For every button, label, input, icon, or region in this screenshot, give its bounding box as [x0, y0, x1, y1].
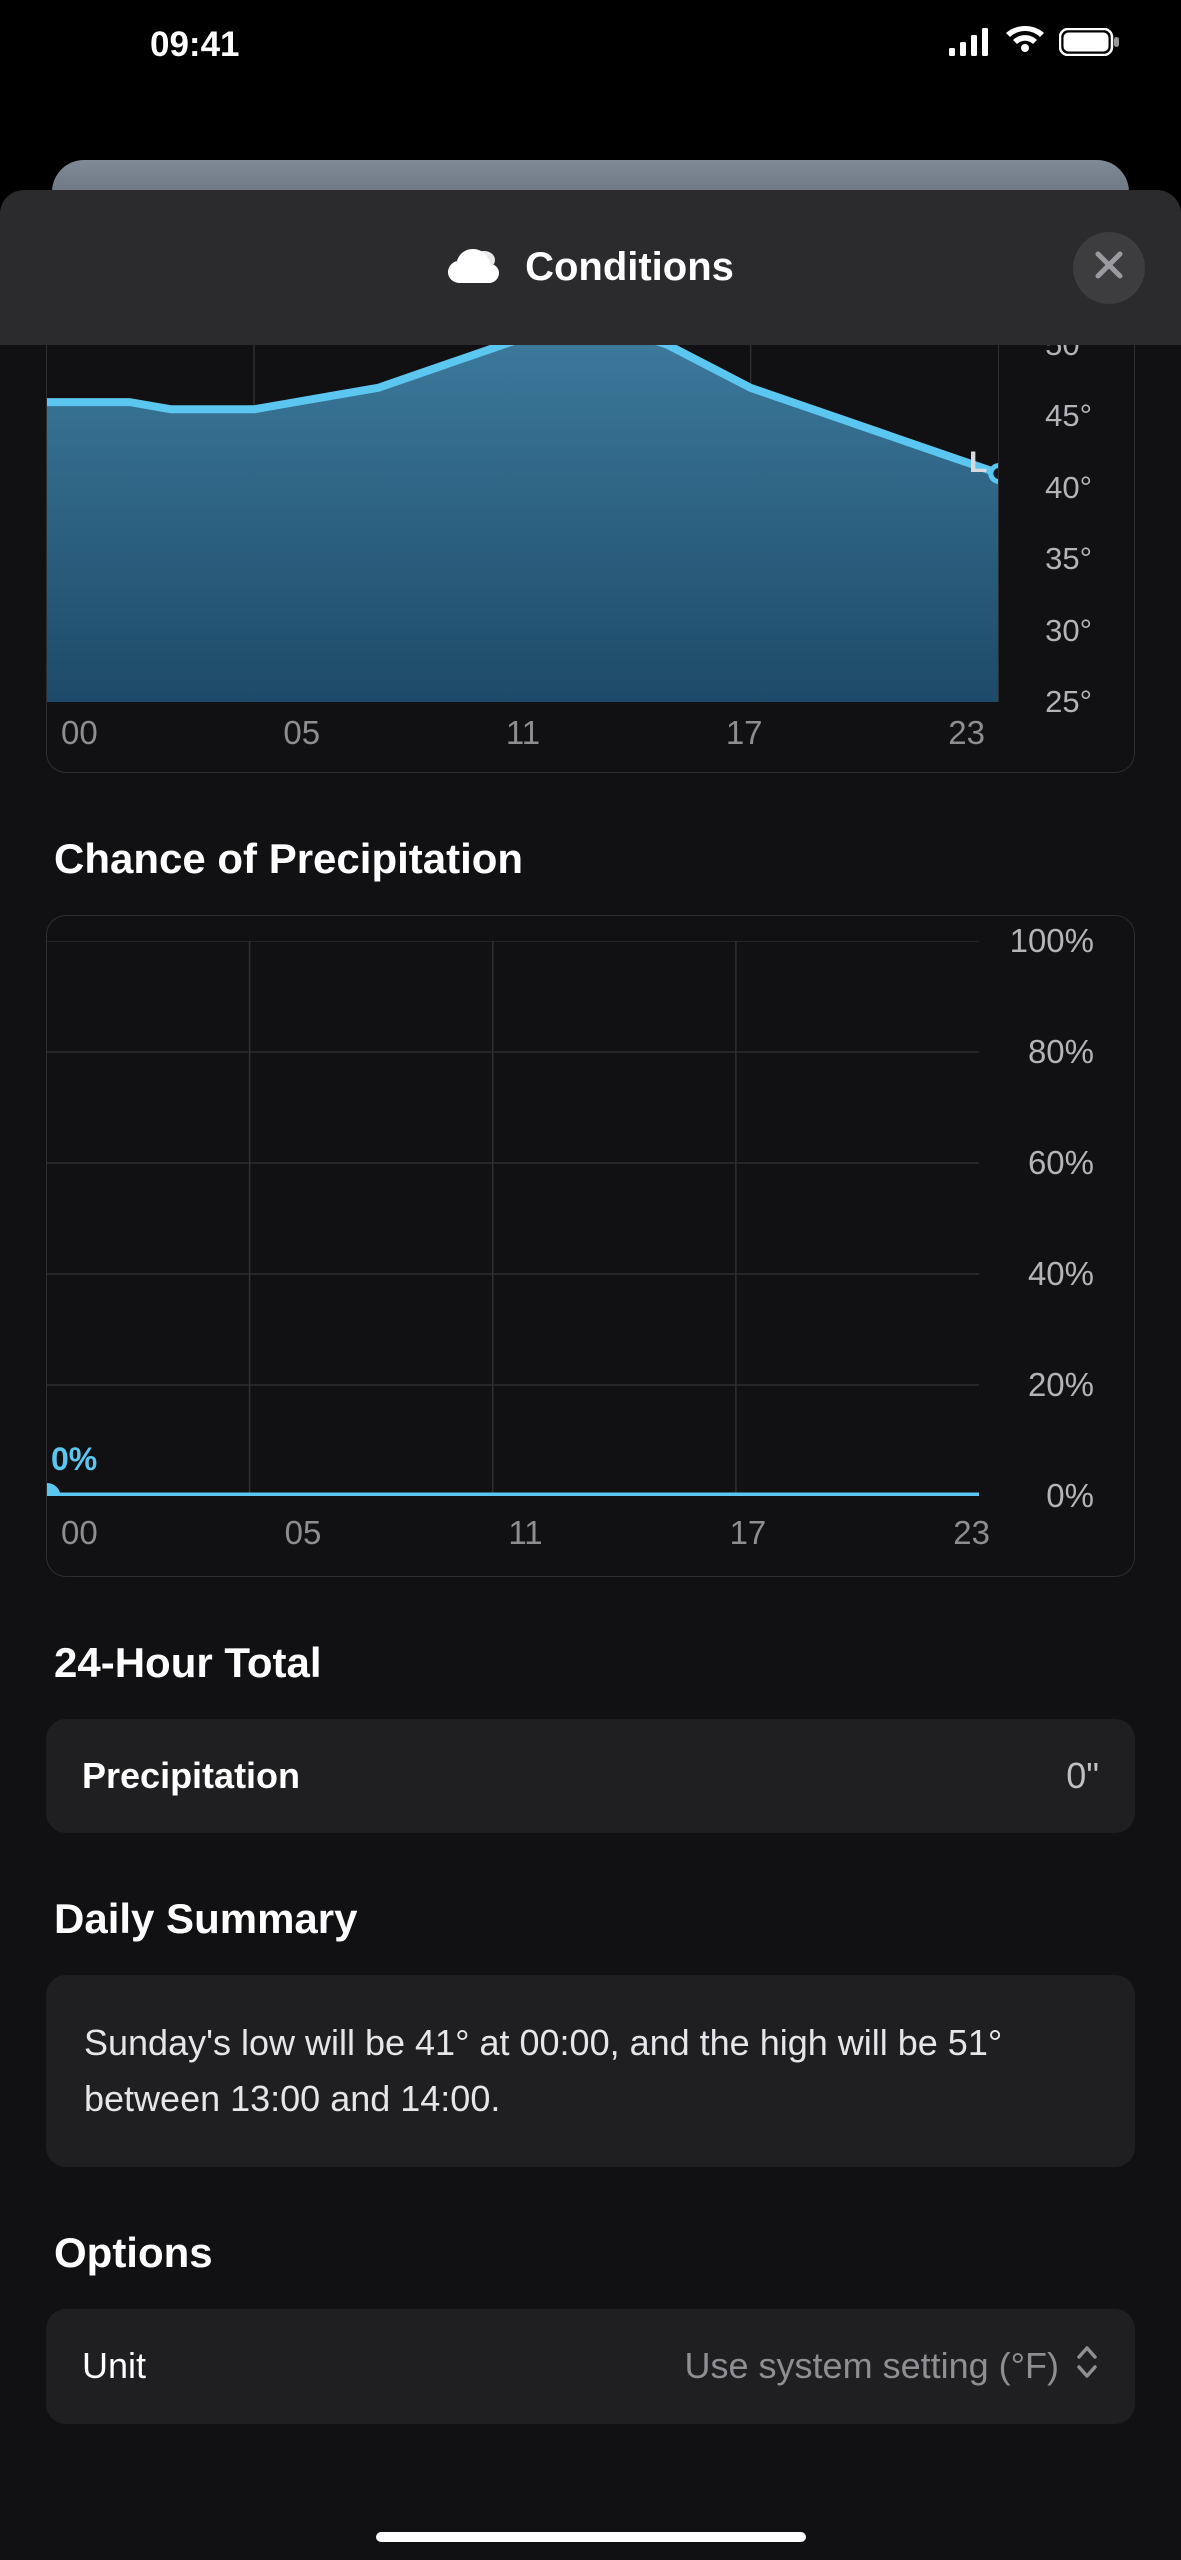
low-marker-label: L [969, 446, 987, 480]
unit-option-row[interactable]: Unit Use system setting (°F) [46, 2309, 1135, 2424]
temp-xtick: 17 [726, 714, 763, 762]
precip-section-title: Chance of Precipitation [54, 835, 1135, 883]
temp-ytick: 35° [1045, 541, 1092, 577]
options-section-title: Options [54, 2229, 1135, 2277]
cellular-icon [949, 25, 991, 65]
temp-xtick: 11 [506, 714, 540, 762]
precip-xtick: 05 [285, 1514, 322, 1562]
temp-xtick: 05 [283, 714, 320, 762]
precip-ytick: 60% [1028, 1144, 1094, 1182]
status-right [949, 25, 1121, 65]
temp-ytick: 40° [1045, 470, 1092, 506]
precip-xtick: 23 [953, 1514, 990, 1562]
updown-icon [1075, 2345, 1099, 2388]
conditions-sheet: Conditions [0, 190, 1181, 2560]
temp-ytick: 45° [1045, 398, 1092, 434]
wifi-icon [1005, 25, 1045, 65]
total-row-value: 0" [1066, 1755, 1099, 1797]
temp-xtick: 00 [61, 714, 98, 762]
close-icon [1094, 250, 1124, 285]
temperature-chart[interactable]: L 50° 45° 40° 35° 30° 25° 00 05 11 17 23 [46, 345, 1135, 773]
precip-ytick: 0% [1046, 1477, 1094, 1515]
precip-xtick: 11 [508, 1514, 542, 1562]
temp-xtick: 23 [948, 714, 985, 762]
total-section-title: 24-Hour Total [54, 1639, 1135, 1687]
unit-value: Use system setting (°F) [685, 2345, 1059, 2387]
precip-y-axis: 100%80%60%40%20%0% [979, 941, 1134, 1496]
precip-ytick: 100% [1010, 922, 1094, 960]
precip-ytick: 40% [1028, 1255, 1094, 1293]
cloud-icon [447, 245, 503, 290]
temperature-y-axis: 50°45°40°35°30°25° [999, 345, 1134, 702]
daily-summary-text: Sunday's low will be 41° at 00:00, and t… [46, 1975, 1135, 2167]
precip-xtick: 00 [61, 1514, 98, 1562]
precipitation-chart[interactable]: 0% 100% 80% 60% 40% 20% 0% 00 05 11 17 23 [46, 915, 1135, 1577]
sheet-title-group: Conditions [447, 245, 734, 290]
status-time: 09:41 [150, 25, 240, 65]
precip-ytick: 20% [1028, 1366, 1094, 1404]
temp-ytick: 50° [1045, 345, 1092, 363]
precip-xtick: 17 [730, 1514, 767, 1562]
total-row-label: Precipitation [82, 1755, 300, 1797]
precip-current-label: 0% [51, 1441, 97, 1478]
precip-ytick: 80% [1028, 1033, 1094, 1071]
sheet-title: Conditions [525, 245, 734, 290]
close-button[interactable] [1073, 232, 1145, 304]
battery-icon [1059, 25, 1121, 65]
precipitation-total-row: Precipitation 0" [46, 1719, 1135, 1833]
unit-label: Unit [82, 2345, 146, 2387]
summary-section-title: Daily Summary [54, 1895, 1135, 1943]
home-indicator[interactable] [376, 2532, 806, 2542]
status-bar: 09:41 [0, 0, 1181, 90]
temperature-x-axis: 00 05 11 17 23 [47, 714, 999, 762]
temp-ytick: 30° [1045, 613, 1092, 649]
precip-x-axis: 00 05 11 17 23 [47, 1514, 1004, 1562]
sheet-header: Conditions [0, 190, 1181, 345]
temp-ytick: 25° [1045, 684, 1092, 720]
